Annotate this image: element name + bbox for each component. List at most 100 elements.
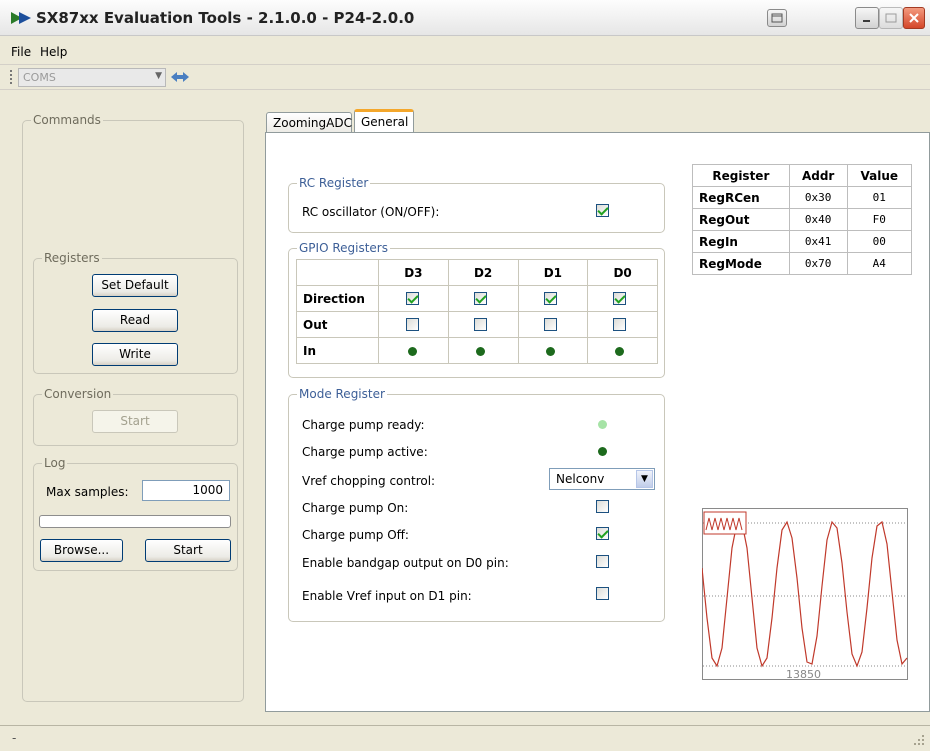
gpio-col-d0: D0 <box>587 259 658 286</box>
table-row: RegIn 0x41 00 <box>692 230 913 253</box>
restore-app-icon[interactable] <box>767 9 787 27</box>
log-progress-bar <box>39 515 231 528</box>
charge-pump-active-label: Charge pump active: <box>302 445 428 459</box>
gpio-row-in: In <box>296 337 658 364</box>
window-title: SX87xx Evaluation Tools - 2.1.0.0 - P24-… <box>36 9 415 27</box>
register-value: F0 <box>846 208 913 231</box>
read-button[interactable]: Read <box>92 309 178 332</box>
register-value: 01 <box>846 186 913 209</box>
gpio-col-d1: D1 <box>517 259 589 286</box>
conversion-legend: Conversion <box>42 387 114 401</box>
close-icon <box>909 13 919 23</box>
charge-pump-active-led <box>598 447 607 456</box>
gpio-row-direction: Direction <box>296 285 658 312</box>
register-name: RegRCen <box>692 186 790 209</box>
minimize-icon <box>863 20 870 22</box>
bandgap-output-checkbox[interactable] <box>596 555 609 568</box>
tab-general[interactable]: General <box>354 109 414 133</box>
in-d0-led <box>615 347 625 356</box>
minimize-button[interactable] <box>855 7 879 29</box>
vref-input-checkbox[interactable] <box>596 587 609 600</box>
vref-chopping-value: Nelconv <box>556 472 605 486</box>
app-icon <box>11 12 31 24</box>
registers-legend: Registers <box>42 251 102 265</box>
gpio-row-label: In <box>296 337 379 364</box>
commands-legend: Commands <box>31 113 103 127</box>
direction-d0-checkbox[interactable] <box>613 292 627 305</box>
register-addr: 0x30 <box>788 186 848 209</box>
register-addr: 0x40 <box>788 208 848 231</box>
coms-value: COMS <box>23 71 56 84</box>
gpio-registers-legend: GPIO Registers <box>297 241 390 255</box>
gpio-row-out: Out <box>296 311 658 338</box>
out-d2-checkbox[interactable] <box>473 318 487 331</box>
in-d1-led <box>545 347 555 356</box>
gpio-table: D3 D2 D1 D0 Direction Out In <box>296 259 658 364</box>
coms-select[interactable]: COMS ▼ <box>18 68 166 87</box>
charge-pump-on-checkbox[interactable] <box>596 500 609 513</box>
vref-input-label: Enable Vref input on D1 pin: <box>302 589 472 603</box>
window-icon <box>771 13 783 23</box>
register-name: RegOut <box>692 208 790 231</box>
gpio-row-label: Direction <box>296 285 379 312</box>
charge-pump-ready-label: Charge pump ready: <box>302 418 425 432</box>
gpio-col-d3: D3 <box>378 259 449 286</box>
log-start-button[interactable]: Start <box>145 539 231 562</box>
register-name: RegIn <box>692 230 790 253</box>
out-d1-checkbox[interactable] <box>543 318 557 331</box>
close-button[interactable] <box>903 7 925 29</box>
toolbar-grip[interactable] <box>10 70 13 84</box>
maximize-icon <box>885 13 897 23</box>
direction-d2-checkbox[interactable] <box>473 292 487 305</box>
write-button[interactable]: Write <box>92 343 178 366</box>
table-row: RegRCen 0x30 01 <box>692 186 913 209</box>
register-name: RegMode <box>692 252 790 275</box>
browse-button[interactable]: Browse... <box>40 539 123 562</box>
chevron-down-icon: ▼ <box>155 71 162 81</box>
connect-icon[interactable] <box>170 69 190 85</box>
mode-register-legend: Mode Register <box>297 387 387 401</box>
max-samples-label: Max samples: <box>46 485 129 499</box>
log-legend: Log <box>42 456 68 470</box>
gpio-col-d2: D2 <box>447 259 519 286</box>
resize-grip-icon[interactable] <box>912 733 926 747</box>
oscilloscope-display[interactable]: 13850 <box>702 508 908 680</box>
charge-pump-on-label: Charge pump On: <box>302 501 409 515</box>
register-header: Register <box>692 164 790 187</box>
rc-oscillator-checkbox[interactable] <box>596 204 609 217</box>
set-default-button[interactable]: Set Default <box>92 274 178 297</box>
maximize-button[interactable] <box>879 7 903 29</box>
direction-d3-checkbox[interactable] <box>406 292 419 305</box>
status-bar <box>0 725 930 751</box>
vref-chopping-label: Vref chopping control: <box>302 474 436 488</box>
table-row: RegOut 0x40 F0 <box>692 208 913 231</box>
direction-d1-checkbox[interactable] <box>543 292 557 305</box>
register-addr: 0x70 <box>788 252 848 275</box>
bandgap-output-label: Enable bandgap output on D0 pin: <box>302 556 509 570</box>
register-value: A4 <box>846 252 913 275</box>
status-text: - <box>12 731 17 745</box>
register-table: Register Addr Value RegRCen 0x30 01 RegO… <box>692 164 913 275</box>
scope-value-label: 13850 <box>786 668 821 680</box>
table-row: RegMode 0x70 A4 <box>692 252 913 275</box>
menu-bar <box>0 40 930 62</box>
gpio-corner <box>296 259 379 286</box>
register-addr: 0x41 <box>788 230 848 253</box>
out-d0-checkbox[interactable] <box>613 318 627 331</box>
rc-register-legend: RC Register <box>297 176 371 190</box>
tab-zoomingadc[interactable]: ZoomingADC <box>266 112 352 133</box>
max-samples-input[interactable]: 1000 <box>142 480 230 501</box>
in-d3-led <box>408 347 417 356</box>
register-value: 00 <box>846 230 913 253</box>
menu-help[interactable]: Help <box>40 45 67 59</box>
vref-chopping-select[interactable]: Nelconv ▼ <box>549 468 655 490</box>
gpio-row-label: Out <box>296 311 379 338</box>
conversion-start-button[interactable]: Start <box>92 410 178 433</box>
addr-header: Addr <box>788 164 848 187</box>
out-d3-checkbox[interactable] <box>406 318 419 331</box>
charge-pump-off-checkbox[interactable] <box>596 527 609 540</box>
charge-pump-ready-led <box>598 420 607 429</box>
rc-oscillator-label: RC oscillator (ON/OFF): <box>302 205 440 219</box>
menu-file[interactable]: File <box>11 45 31 59</box>
in-d2-led <box>475 347 485 356</box>
